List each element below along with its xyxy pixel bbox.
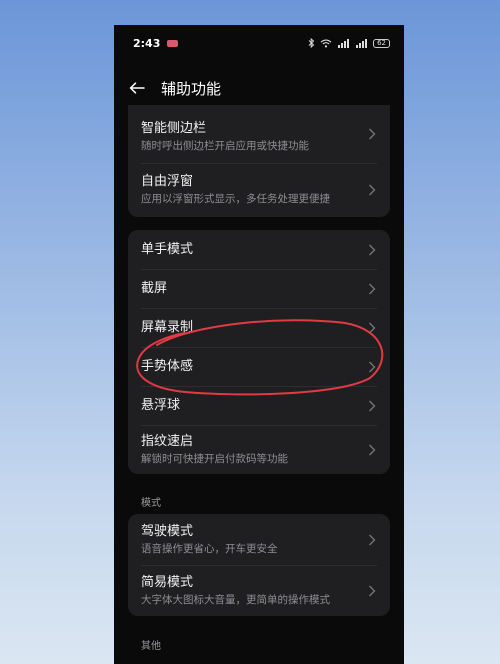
chevron-right-icon [369,244,376,255]
item-subtitle: 随时呼出侧边栏开启应用或快捷功能 [141,140,309,152]
list-item-driving-mode[interactable]: 驾驶模式 语音操作更省心，开车更安全 [128,514,390,565]
wifi-icon [320,39,332,48]
notification-badge-icon [167,39,179,47]
status-time: 2:43 [133,36,161,50]
status-bar: 2:43 62 [114,25,404,61]
bluetooth-icon [308,38,315,48]
status-icons: 62 [308,38,390,48]
chevron-right-icon [369,128,376,140]
item-title: 截屏 [141,281,168,296]
list-item-one-hand-mode[interactable]: 单手模式 [128,230,390,269]
phone-screen: 2:43 62 辅助功能 智能侧边栏 随时呼出侧边栏开启应用或快捷功能 自由浮窗… [114,25,404,664]
item-title: 悬浮球 [141,398,181,413]
settings-group-modes: 驾驶模式 语音操作更省心，开车更安全 简易模式 大字体大图标大音量，更简单的操作… [128,514,390,616]
chevron-right-icon [369,444,376,455]
chevron-right-icon [369,400,376,411]
signal-icon-2 [355,38,368,48]
settings-group-gestures: 单手模式 截屏 屏幕录制 手势体感 悬浮球 指纹速启 解锁时可快捷开启付款码等功… [128,230,390,474]
section-label-other: 其他 [141,641,161,652]
item-title: 驾驶模式 [141,523,194,539]
battery-icon: 62 [373,38,390,48]
item-subtitle: 解锁时可快捷开启付款码等功能 [141,452,288,465]
list-item-fingerprint-quick-launch[interactable]: 指纹速启 解锁时可快捷开启付款码等功能 [128,425,390,474]
page-title: 辅助功能 [161,79,222,98]
item-title: 智能侧边栏 [141,121,207,136]
chevron-right-icon [369,322,376,333]
list-item-screenshot[interactable]: 截屏 [128,269,390,308]
back-arrow-icon[interactable] [129,79,147,97]
chevron-right-icon [369,585,376,596]
item-subtitle: 应用以浮窗形式显示，多任务处理更便捷 [141,193,330,205]
chevron-right-icon [369,361,376,372]
list-item-simple-mode[interactable]: 简易模式 大字体大图标大音量，更简单的操作模式 [128,565,390,616]
item-title: 自由浮窗 [141,174,194,189]
list-item-screen-recording[interactable]: 屏幕录制 [128,308,390,347]
item-subtitle: 大字体大图标大音量，更简单的操作模式 [141,593,330,606]
list-item-smart-sidebar[interactable]: 智能侧边栏 随时呼出侧边栏开启应用或快捷功能 [128,105,390,163]
chevron-right-icon [369,534,376,545]
item-title: 屏幕录制 [141,320,194,335]
item-title: 指纹速启 [141,433,194,449]
item-title: 单手模式 [141,242,194,257]
settings-group-smart: 智能侧边栏 随时呼出侧边栏开启应用或快捷功能 自由浮窗 应用以浮窗形式显示，多任… [128,105,390,217]
list-item-gesture-motion[interactable]: 手势体感 [128,347,390,386]
chevron-right-icon [369,184,376,196]
chevron-right-icon [369,283,376,294]
item-title: 手势体感 [141,359,194,374]
page-header: 辅助功能 [114,75,404,101]
list-item-floating-window[interactable]: 自由浮窗 应用以浮窗形式显示，多任务处理更便捷 [128,163,390,217]
list-item-floating-ball[interactable]: 悬浮球 [128,386,390,425]
item-title: 简易模式 [141,574,194,590]
signal-icon-1 [337,38,350,48]
section-label-mode: 模式 [141,498,161,509]
item-subtitle: 语音操作更省心，开车更安全 [141,542,278,555]
